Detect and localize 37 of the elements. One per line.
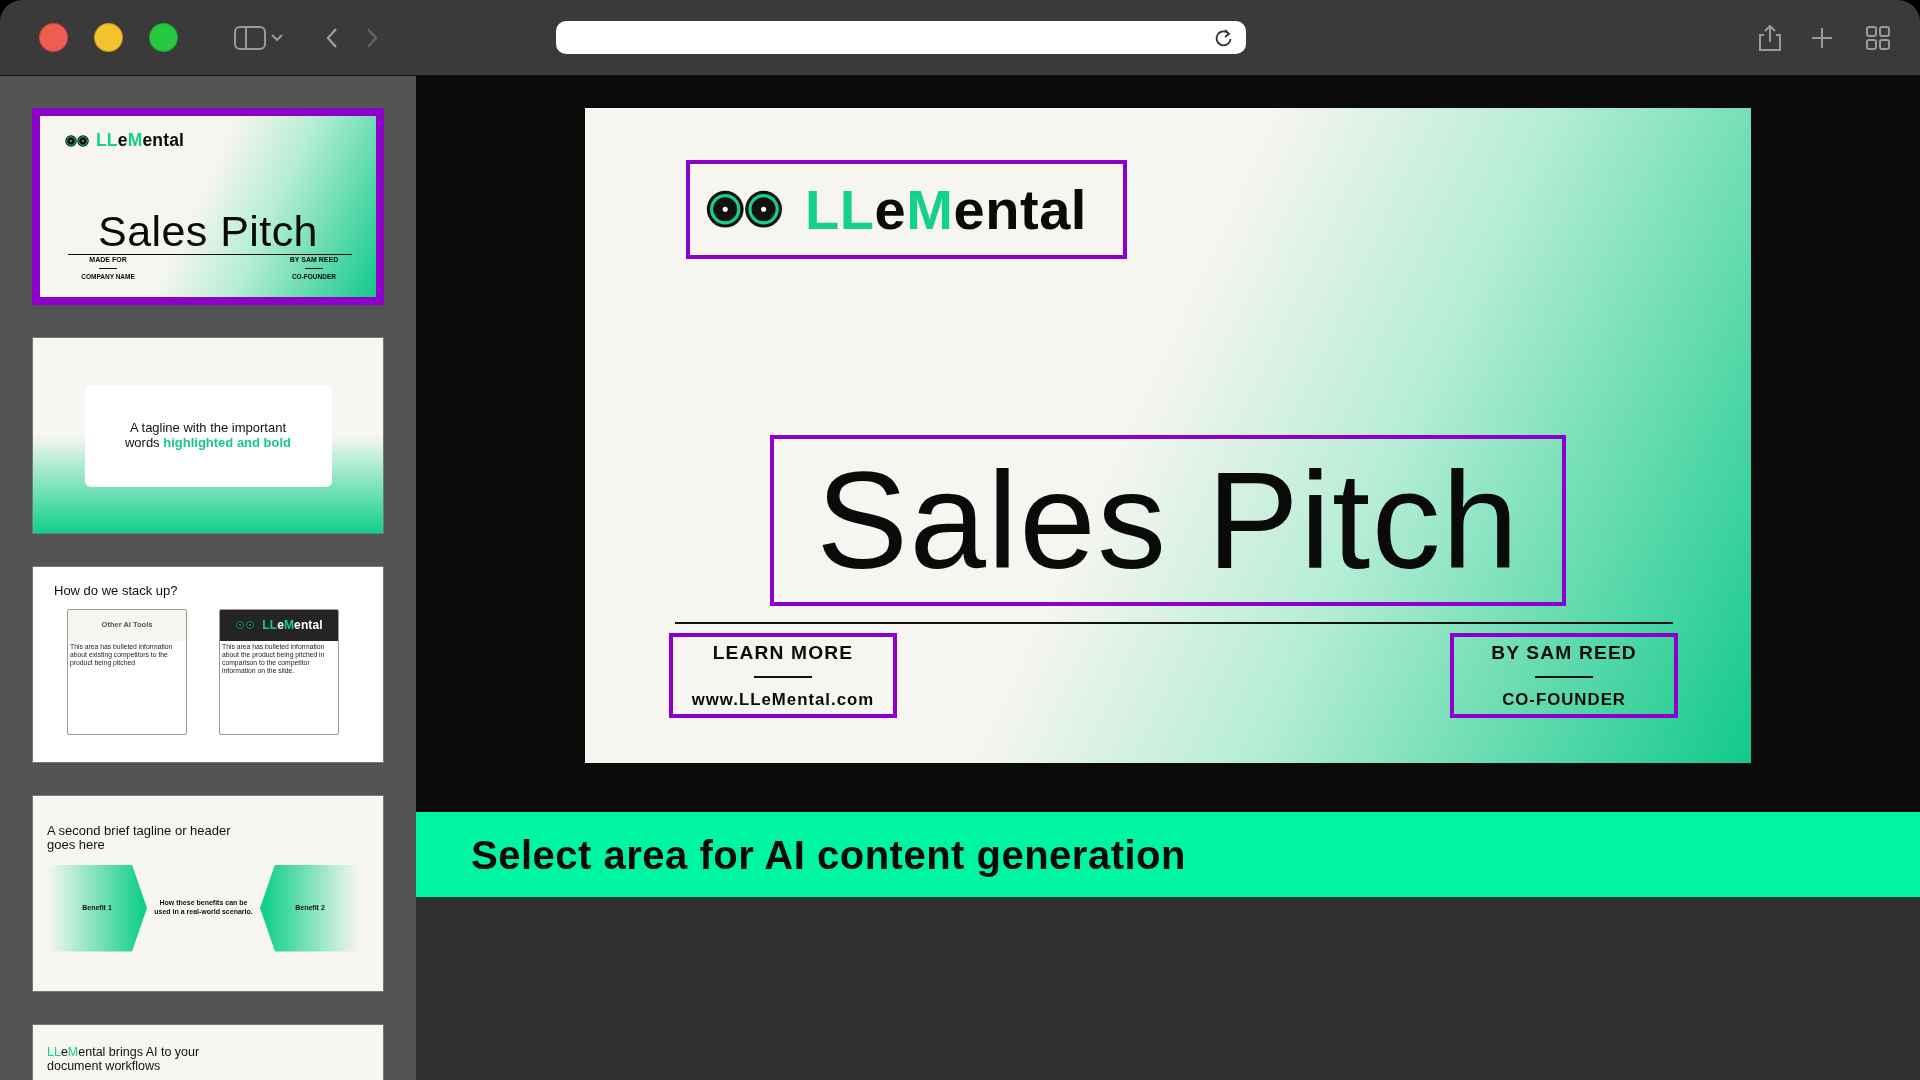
back-icon	[326, 26, 338, 49]
close-button[interactable]	[39, 23, 68, 52]
new-tab-button[interactable]	[1812, 27, 1832, 48]
minimize-button[interactable]	[94, 23, 123, 52]
logo-wordmark: LLeMental	[262, 619, 323, 632]
tagline-text: A tagline with the important words highlighted and bold	[123, 420, 293, 451]
footer-label: LEARN MORE	[712, 641, 854, 666]
eyes-icon	[705, 190, 783, 229]
slide-title: Sales Pitch	[98, 209, 318, 253]
sidebar-toggle-button[interactable]	[234, 25, 284, 50]
logo-wordmark: LLeMental	[805, 181, 1087, 238]
share-icon	[1758, 24, 1782, 51]
footer-label: BY SAM REED	[1491, 641, 1637, 666]
slide-heading: LLeMental brings AI to your document workflows	[47, 1045, 201, 1073]
sidebar-icon	[234, 25, 284, 50]
reload-button[interactable]	[1214, 27, 1232, 48]
footer-value: www.LLeMental.com	[691, 688, 875, 711]
forward-icon	[366, 26, 378, 49]
address-field[interactable]	[556, 21, 1246, 54]
slide-thumbnail[interactable]: LLeMental brings AI to your document workflows	[32, 1024, 384, 1080]
footer-value: CO-FOUNDER	[1502, 688, 1626, 711]
slide-heading: A second brief tagline or header goes here	[47, 824, 232, 853]
eyes-icon	[65, 135, 89, 147]
slide-title: Sales Pitch	[816, 452, 1520, 590]
slide-thumbnail[interactable]: A tagline with the important words highlighted and bold	[32, 337, 384, 534]
grid-icon	[1866, 25, 1890, 50]
back-button[interactable]	[326, 26, 338, 49]
slide-heading: How do we stack up?	[54, 583, 179, 599]
maximize-button[interactable]	[149, 23, 178, 52]
share-button[interactable]	[1758, 24, 1782, 51]
tab-overview-button[interactable]	[1866, 25, 1890, 50]
prompt-text: Select area for AI content generation	[471, 831, 1186, 879]
plus-icon	[1812, 27, 1832, 48]
slide-thumbnail[interactable]	[32, 566, 384, 763]
eyes-icon	[235, 620, 256, 631]
logo-wordmark: LLeMental	[96, 132, 185, 150]
reload-icon	[1214, 27, 1232, 48]
